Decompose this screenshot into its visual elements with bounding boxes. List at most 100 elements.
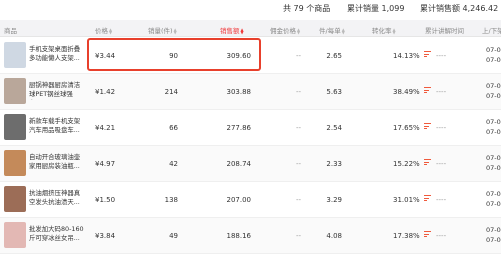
- product-thumbnail[interactable]: [4, 114, 26, 140]
- commission: --: [296, 124, 302, 132]
- product-name[interactable]: 厨锅神器厨房清洁球PET钢丝球强力...: [29, 81, 85, 100]
- col-price-label: 价格: [95, 27, 108, 35]
- trend-bars-icon[interactable]: [424, 195, 431, 203]
- shelf-dates: 07-08 07-08: [486, 225, 501, 245]
- product-thumbnail[interactable]: [4, 78, 26, 104]
- price: ¥1.50: [95, 196, 116, 204]
- conversion: 17.65%: [393, 124, 420, 132]
- table-row[interactable]: 手机支架桌面折叠多功能懒人支架... ¥3.44 90 309.60 -- 2.65 14.…: [0, 38, 501, 74]
- commission: --: [296, 160, 302, 168]
- shelf-down-date: 07-08: [486, 128, 501, 136]
- explain-time: ----: [436, 88, 447, 96]
- explain-time: ----: [436, 160, 447, 168]
- price: ¥4.97: [95, 160, 116, 168]
- trend-bars-icon[interactable]: [424, 231, 431, 239]
- col-conversion-label: 转化率: [372, 27, 392, 35]
- revenue: 208.74: [226, 160, 252, 168]
- col-sales-label: 销量(件): [148, 27, 173, 35]
- trend-bars-icon[interactable]: [424, 123, 431, 131]
- table-row[interactable]: 厨锅神器厨房清洁球PET钢丝球强力... ¥1.42 214 303.88 -- 5.63…: [0, 74, 501, 110]
- table-row[interactable]: 新款车载手机支架汽车用品吸盘车... ¥4.21 66 277.86 -- 2.54 17.…: [0, 110, 501, 146]
- price: ¥3.84: [95, 232, 116, 240]
- conversion: 15.22%: [393, 160, 420, 168]
- conversion: 17.38%: [393, 232, 420, 240]
- product-thumbnail[interactable]: [4, 150, 26, 176]
- col-commission[interactable]: 佣金价格▲ ▼: [270, 25, 301, 35]
- shelf-down-date: 07-08: [486, 200, 501, 208]
- explain-time: ----: [436, 232, 447, 240]
- shelf-dates: 07-08 07-08: [486, 81, 501, 101]
- shelf-down-date: 07-08: [486, 92, 501, 100]
- per-order: 2.54: [326, 124, 342, 132]
- shelf-up-date: 07-08: [486, 118, 501, 126]
- shelf-up-date: 07-08: [486, 190, 501, 198]
- col-per-order[interactable]: 件/每单▲ ▼: [319, 25, 346, 35]
- commission: --: [296, 232, 302, 240]
- shelf-up-date: 07-08: [486, 226, 501, 234]
- sales: 66: [169, 124, 178, 132]
- product-thumbnail[interactable]: [4, 42, 26, 68]
- table-header: 商品 价格▲ ▼ 销量(件)▲ ▼ 销售额▲ ▼ 佣金价格▲ ▼ 件/每单▲ ▼ 转化率▲…: [0, 20, 501, 37]
- product-name[interactable]: 新款车载手机支架汽车用品吸盘车...: [29, 117, 85, 136]
- shelf-dates: 07-08 07-08: [486, 189, 501, 209]
- trend-bars-icon[interactable]: [424, 159, 431, 167]
- total-products: 共 79 个商品: [283, 4, 331, 13]
- revenue: 303.88: [226, 88, 252, 96]
- col-product: 商品: [4, 27, 17, 35]
- product-thumbnail[interactable]: [4, 186, 26, 212]
- sales: 42: [169, 160, 178, 168]
- col-explain: 累计讲解时间: [425, 27, 464, 35]
- col-commission-label: 佣金价格: [270, 27, 296, 35]
- product-name[interactable]: 抗油烟挤压神器真空发头抗油渍天...: [29, 189, 85, 208]
- shelf-up-date: 07-08: [486, 154, 501, 162]
- summary-bar: 共 79 个商品 累计销量 1,099 累计销售额 4,246.42: [0, 0, 501, 18]
- commission: --: [296, 196, 302, 204]
- sales: 90: [169, 52, 178, 60]
- revenue: 207.00: [226, 196, 252, 204]
- per-order: 5.63: [326, 88, 342, 96]
- table-row[interactable]: 批发加大码80-160斤可穿冰丝女吊... ¥3.84 49 188.16 -- 4.08…: [0, 218, 501, 254]
- sales: 138: [164, 196, 178, 204]
- product-name[interactable]: 批发加大码80-160斤可穿冰丝女吊...: [29, 225, 85, 244]
- price: ¥3.44: [95, 52, 116, 60]
- col-revenue[interactable]: 销售额▲ ▼: [220, 25, 245, 35]
- per-order: 3.29: [326, 196, 342, 204]
- shelf-down-date: 07-08: [486, 236, 501, 244]
- product-name[interactable]: 自动开合玻璃油壶家用厨房装油瓶...: [29, 153, 85, 172]
- conversion: 31.01%: [393, 196, 420, 204]
- per-order: 2.65: [326, 52, 342, 60]
- explain-time: ----: [436, 52, 447, 60]
- shelf-dates: 07-08 07-08: [486, 153, 501, 173]
- sort-icon: ▲ ▼: [341, 27, 345, 35]
- revenue: 309.60: [226, 52, 252, 60]
- col-sales[interactable]: 销量(件)▲ ▼: [148, 25, 178, 35]
- shelf-dates: 07-08 07-08: [486, 45, 501, 65]
- sales: 49: [169, 232, 178, 240]
- trend-bars-icon[interactable]: [424, 87, 431, 95]
- trend-bars-icon[interactable]: [424, 51, 431, 59]
- conversion: 14.13%: [393, 52, 420, 60]
- commission: --: [296, 52, 302, 60]
- shelf-up-date: 07-08: [486, 82, 501, 90]
- per-order: 4.08: [326, 232, 342, 240]
- per-order: 2.33: [326, 160, 342, 168]
- table-row[interactable]: 抗油烟挤压神器真空发头抗油渍天... ¥1.50 138 207.00 -- 3.29 31…: [0, 182, 501, 218]
- col-conversion[interactable]: 转化率▲ ▼: [372, 25, 397, 35]
- product-thumbnail[interactable]: [4, 222, 26, 248]
- conversion: 38.49%: [393, 88, 420, 96]
- price: ¥1.42: [95, 88, 116, 96]
- total-revenue: 累计销售额 4,246.42: [420, 4, 499, 13]
- sort-icon: ▲ ▼: [297, 27, 301, 35]
- table-row[interactable]: 自动开合玻璃油壶家用厨房装油瓶... ¥4.97 42 208.74 -- 2.33 15.…: [0, 146, 501, 182]
- col-price[interactable]: 价格▲ ▼: [95, 25, 113, 35]
- revenue: 188.16: [226, 232, 252, 240]
- explain-time: ----: [436, 124, 447, 132]
- col-shelf: 上/下架: [482, 27, 501, 35]
- sort-icon: ▲ ▼: [109, 27, 113, 35]
- explain-time: ----: [436, 196, 447, 204]
- commission: --: [296, 88, 302, 96]
- col-per-order-label: 件/每单: [319, 27, 341, 35]
- col-revenue-label: 销售额: [220, 27, 240, 35]
- product-name[interactable]: 手机支架桌面折叠多功能懒人支架...: [29, 45, 85, 64]
- sort-icon: ▲ ▼: [392, 27, 396, 35]
